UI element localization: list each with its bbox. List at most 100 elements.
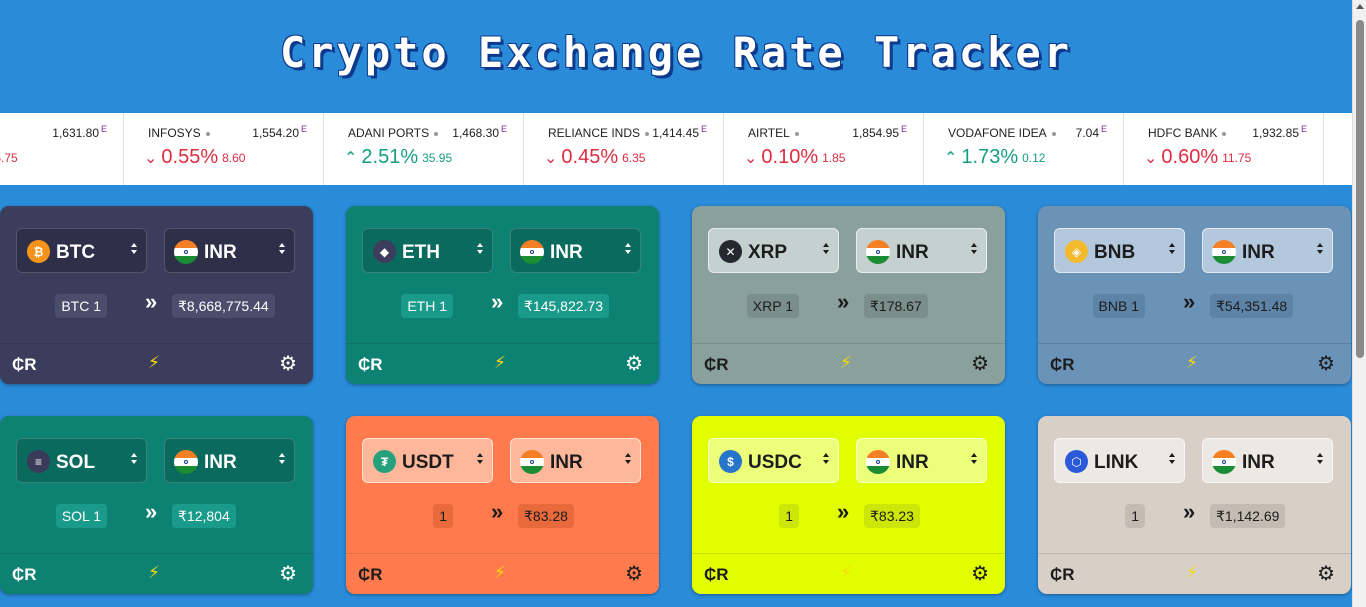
fiat-select[interactable]: INR <box>856 228 987 273</box>
select-caret-icon <box>279 453 285 464</box>
fiat-select[interactable]: INR <box>164 228 295 273</box>
chevron-down-icon: ⌄ <box>744 149 758 167</box>
gear-icon[interactable]: ⚙ <box>1317 351 1335 376</box>
converted-rate: ₹83.23 <box>864 504 920 528</box>
crypto-select-value: BTC <box>56 242 96 263</box>
ticker-item[interactable]: ADANI PORTS 1,468.30 E ⌃ 2.51% 35.95 <box>324 113 524 185</box>
scrollbar-thumb[interactable] <box>1356 20 1364 358</box>
gear-icon[interactable]: ⚙ <box>279 351 297 376</box>
usdc-icon: $ <box>719 450 742 473</box>
header: Crypto Exchange Rate Tracker <box>0 0 1352 113</box>
ticker-percent: 0.55% <box>161 146 219 168</box>
ticker-change: 0.12 <box>1022 150 1046 165</box>
gear-icon[interactable]: ⚙ <box>625 351 643 376</box>
bnb-icon: ◈ <box>1065 240 1088 263</box>
lightning-icon[interactable]: ⚡︎ <box>835 562 857 584</box>
crypto-amount: 1 <box>1125 504 1145 528</box>
card-footer: ₵R ⚡︎ ⚙ <box>692 553 1005 594</box>
ticker-percent: 1.73% <box>961 146 1019 168</box>
lightning-icon[interactable]: ⚡︎ <box>1181 562 1203 584</box>
gear-icon[interactable]: ⚙ <box>279 561 297 586</box>
ticker-item[interactable]: INFOSYS 1,554.20 E ⌄ 0.55% 8.60 <box>124 113 324 185</box>
lightning-icon[interactable]: ⚡︎ <box>489 352 511 374</box>
fiat-select-value: INR <box>1242 242 1275 263</box>
crypto-select[interactable]: $ USDC <box>708 438 839 483</box>
crypto-select-value: USDC <box>748 452 802 473</box>
status-dot-icon <box>434 131 439 136</box>
brand-logo: ₵R <box>358 565 383 584</box>
fiat-select[interactable]: INR <box>1202 438 1333 483</box>
double-chevron-right-icon: » <box>491 289 504 314</box>
lightning-icon[interactable]: ⚡︎ <box>1181 352 1203 374</box>
crypto-select[interactable]: ≡ SOL <box>16 438 147 483</box>
scroll-up-arrow-icon[interactable] <box>1356 4 1364 9</box>
select-caret-icon <box>823 453 829 464</box>
lightning-icon[interactable]: ⚡︎ <box>143 562 165 584</box>
gear-icon[interactable]: ⚙ <box>1317 561 1335 586</box>
crypto-select[interactable]: ✕ XRP <box>708 228 839 273</box>
ticker-stock-name: INFOSYS <box>148 126 210 140</box>
select-caret-icon <box>1317 243 1323 254</box>
chevron-up-icon: ⌃ <box>344 149 358 167</box>
brand-logo: ₵R <box>1050 355 1075 374</box>
chainlink-icon: ⬡ <box>1065 450 1088 473</box>
fiat-select[interactable]: INR <box>164 438 295 483</box>
card-footer: ₵R ⚡︎ ⚙ <box>346 343 659 384</box>
india-flag-icon <box>174 240 198 264</box>
lightning-icon[interactable]: ⚡︎ <box>835 352 857 374</box>
ticker-stock-name: RELIANCE INDS <box>548 126 650 140</box>
ticker-percent: 0.45% <box>561 146 619 168</box>
brand-logo: ₵R <box>704 565 729 584</box>
fiat-select[interactable]: INR <box>1202 228 1333 273</box>
ticker-item[interactable]: VODAFONE IDEA 7.04 E ⌃ 1.73% 0.12 <box>924 113 1124 185</box>
ticker-exchange-badge: E <box>1300 124 1307 134</box>
ticker-item[interactable]: AIRTEL 1,854.95 E ⌄ 0.10% 1.85 <box>724 113 924 185</box>
india-flag-icon <box>1212 450 1236 474</box>
card-footer: ₵R ⚡︎ ⚙ <box>692 343 1005 384</box>
select-caret-icon <box>1169 243 1175 254</box>
crypto-amount: 1 <box>779 504 799 528</box>
fiat-select-value: INR <box>204 242 237 263</box>
double-chevron-right-icon: » <box>837 289 850 314</box>
fiat-select[interactable]: INR <box>510 438 641 483</box>
select-caret-icon <box>131 453 137 464</box>
solana-icon: ≡ <box>27 450 50 473</box>
fiat-select[interactable]: INR <box>856 438 987 483</box>
fiat-select[interactable]: INR <box>510 228 641 273</box>
ticker-stock-name: AIRTEL <box>748 126 799 140</box>
crypto-select[interactable]: ⬡ LINK <box>1054 438 1185 483</box>
ticker-item[interactable]: 1,631.80 E ⌄5%5.75 <box>0 113 124 185</box>
card-footer: ₵R ⚡︎ ⚙ <box>0 343 313 384</box>
xrp-icon: ✕ <box>719 240 742 263</box>
gear-icon[interactable]: ⚙ <box>971 561 989 586</box>
ticker-price: 1,468.30 <box>452 126 499 140</box>
crypto-amount: 1 <box>433 504 453 528</box>
gear-icon[interactable]: ⚙ <box>971 351 989 376</box>
chevron-up-icon: ⌃ <box>944 149 958 167</box>
converter-card-usdc: $ USDC INR 1 » ₹83.23 ₵R ⚡︎ ⚙ <box>692 416 1005 594</box>
crypto-select[interactable]: ◆ ETH <box>362 228 493 273</box>
status-dot-icon <box>645 131 650 136</box>
lightning-icon[interactable]: ⚡︎ <box>143 352 165 374</box>
vertical-scrollbar[interactable] <box>1352 0 1366 607</box>
card-footer: ₵R ⚡︎ ⚙ <box>1038 343 1351 384</box>
lightning-icon[interactable]: ⚡︎ <box>489 562 511 584</box>
stock-ticker: 1,631.80 E ⌄5%5.75 INFOSYS 1,554.20 E ⌄0… <box>0 113 1352 185</box>
ticker-price: 1,414.45 <box>652 126 699 140</box>
gear-icon[interactable]: ⚙ <box>625 561 643 586</box>
crypto-select[interactable]: ₮ USDT <box>362 438 493 483</box>
crypto-select[interactable]: ₿ BTC <box>16 228 147 273</box>
chevron-down-icon: ⌄ <box>144 149 158 167</box>
chevron-down-icon: ⌄ <box>544 149 558 167</box>
ticker-item[interactable]: RELIANCE INDS 1,414.45 E ⌄ 0.45% 6.35 <box>524 113 724 185</box>
brand-logo: ₵R <box>1050 565 1075 584</box>
ticker-exchange-badge: E <box>300 124 307 134</box>
select-caret-icon <box>971 243 977 254</box>
converter-card-usdt: ₮ USDT INR 1 » ₹83.28 ₵R ⚡︎ ⚙ <box>346 416 659 594</box>
india-flag-icon <box>1212 240 1236 264</box>
crypto-select[interactable]: ◈ BNB <box>1054 228 1185 273</box>
converter-card-bnb: ◈ BNB INR BNB 1 » ₹54,351.48 ₵R ⚡︎ ⚙ <box>1038 206 1351 384</box>
ticker-item[interactable]: HDFC BANK 1,932.85 E ⌄ 0.60% 11.75 <box>1124 113 1324 185</box>
converted-rate: ₹1,142.69 <box>1210 504 1286 528</box>
ticker-change: 1.85 <box>822 150 846 165</box>
